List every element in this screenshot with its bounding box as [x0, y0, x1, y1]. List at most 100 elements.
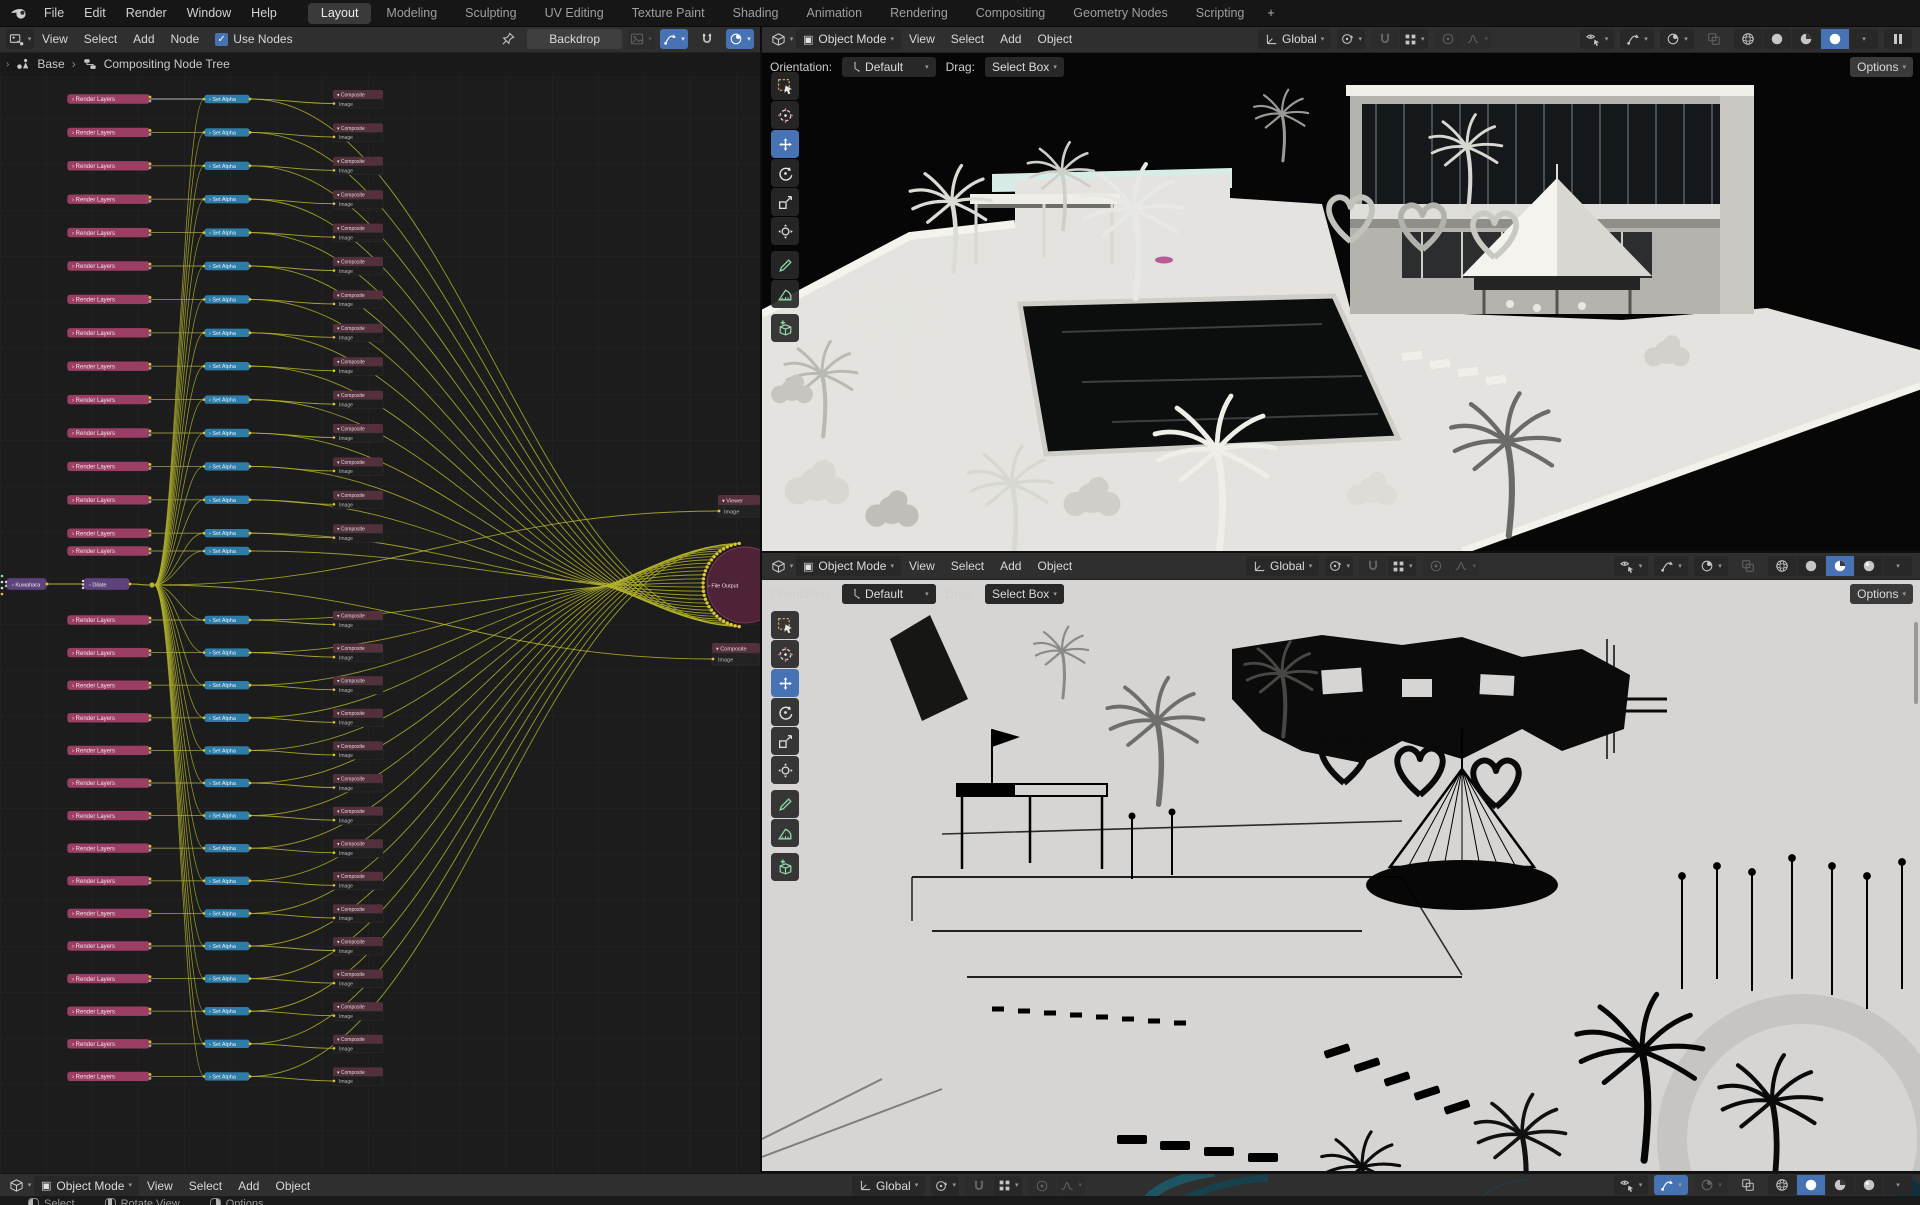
drag-dropdown[interactable]: Select Box▾ — [985, 584, 1064, 604]
node-set-alpha[interactable]: › Set Alpha — [203, 713, 252, 722]
snap-magnet-toggle[interactable] — [965, 1176, 993, 1196]
tool-move[interactable] — [771, 669, 799, 697]
node-render-layers[interactable]: › Render Layers — [67, 1039, 151, 1049]
node-render-layers[interactable]: › Render Layers — [67, 328, 151, 338]
vp-menu-view[interactable]: View — [901, 26, 943, 52]
editor-type-button[interactable]: ▾ — [6, 1176, 34, 1196]
tool-annotate[interactable] — [771, 251, 799, 279]
node-file-output[interactable]: › File Output — [701, 542, 760, 629]
node-composite[interactable]: ▾ Composite Image — [333, 1067, 383, 1085]
backdrop-button[interactable]: Backdrop — [527, 29, 622, 49]
node-composite[interactable]: ▾ Composite Image — [333, 741, 383, 759]
transform-orientation-dropdown[interactable]: Global▾ — [1258, 29, 1331, 49]
shading-dropdown[interactable]: ▾ — [1850, 29, 1878, 49]
visibility-dropdown[interactable]: ▾ — [1614, 556, 1648, 576]
use-nodes-checkbox[interactable]: ✓ — [215, 33, 228, 46]
node-render-layers[interactable]: › Render Layers — [67, 941, 151, 951]
xray-toggle[interactable] — [1734, 556, 1762, 576]
vp-menu-select[interactable]: Select — [181, 1173, 230, 1199]
tab-rendering[interactable]: Rendering — [877, 3, 961, 24]
node-set-alpha[interactable]: › Set Alpha — [203, 844, 252, 853]
viewport-lineart[interactable]: ▾ ▣Object Mode▾ View Select Add Object G… — [762, 553, 1920, 1171]
node-render-layers[interactable]: › Render Layers — [67, 461, 151, 471]
gizmo-dropdown[interactable]: ▾ — [1654, 1175, 1688, 1195]
vp-menu-view[interactable]: View — [901, 553, 943, 579]
node-composite[interactable]: ▾ Composite Image — [333, 709, 383, 727]
visibility-dropdown[interactable]: ▾ — [1614, 1175, 1648, 1195]
tool-rotate[interactable] — [771, 159, 799, 187]
options-button[interactable]: Options▾ — [1850, 584, 1913, 604]
shading-solid-icon[interactable] — [1797, 556, 1825, 576]
vp-menu-object[interactable]: Object — [1029, 553, 1080, 579]
tool-add-cube[interactable] — [771, 853, 799, 881]
node-composite[interactable]: ▾ Composite Image — [333, 357, 383, 375]
ne-menu-node[interactable]: Node — [163, 26, 208, 52]
overlays-toggle[interactable]: ▾ — [726, 29, 754, 49]
tab-layout[interactable]: Layout — [308, 3, 372, 24]
node-set-alpha[interactable]: › Set Alpha — [203, 1072, 252, 1081]
node-set-alpha[interactable]: › Set Alpha — [203, 909, 252, 918]
node-composite[interactable]: ▾ Composite Image — [333, 190, 383, 208]
node-render-layers[interactable]: › Render Layers — [67, 680, 151, 690]
tool-tweak[interactable] — [771, 611, 799, 639]
node-set-alpha[interactable]: › Set Alpha — [203, 547, 252, 556]
node-render-layers[interactable]: › Render Layers — [67, 161, 151, 171]
node-render-layers[interactable]: › Render Layers — [67, 228, 151, 238]
node-set-alpha[interactable]: › Set Alpha — [203, 616, 252, 625]
node-set-alpha[interactable]: › Set Alpha — [203, 648, 252, 657]
node-composite[interactable]: ▾ Composite Image — [333, 157, 383, 175]
blender-logo-icon[interactable] — [0, 5, 34, 21]
node-composite[interactable]: ▾ Composite Image — [333, 224, 383, 242]
options-button[interactable]: Options▾ — [1850, 57, 1913, 77]
tool-scale[interactable] — [771, 188, 799, 216]
node-dilate[interactable]: › Dilate — [82, 578, 132, 590]
proportional-editing-toggle[interactable] — [1422, 556, 1450, 576]
breadcrumb-scene[interactable]: Base — [37, 57, 64, 71]
node-render-layers[interactable]: › Render Layers — [67, 974, 151, 984]
snap-target-dropdown[interactable]: ▾ — [1400, 29, 1428, 49]
node-composite[interactable]: ▾ Composite Image — [333, 290, 383, 308]
transform-orientation-dropdown[interactable]: Global▾ — [852, 1176, 925, 1196]
pin-icon[interactable] — [494, 29, 522, 49]
transform-orientation-dropdown[interactable]: Global▾ — [1246, 556, 1319, 576]
tool-measure[interactable] — [771, 819, 799, 847]
tab-compositing[interactable]: Compositing — [963, 3, 1058, 24]
node-render-layers[interactable]: › Render Layers — [67, 361, 151, 371]
node-render-layers[interactable]: › Render Layers — [67, 127, 151, 137]
mode-dropdown[interactable]: ▣Object Mode▾ — [796, 556, 901, 576]
editor-type-button[interactable]: ▾ — [768, 29, 796, 49]
snap-magnet-toggle[interactable] — [1371, 29, 1399, 49]
node-set-alpha[interactable]: › Set Alpha — [203, 295, 252, 304]
ne-menu-select[interactable]: Select — [76, 26, 125, 52]
vp-menu-select[interactable]: Select — [943, 26, 992, 52]
node-set-alpha[interactable]: › Set Alpha — [203, 328, 252, 337]
orientation-dropdown[interactable]: Default▾ — [842, 584, 936, 604]
node-render-layers[interactable]: › Render Layers — [67, 528, 151, 538]
node-render-layers[interactable]: › Render Layers — [67, 94, 151, 104]
node-composite[interactable]: ▾ Composite Image — [333, 807, 383, 825]
pivot-point-dropdown[interactable]: ▾ — [1325, 556, 1353, 576]
node-composite[interactable]: ▾ Composite Image — [333, 491, 383, 509]
node-render-layers[interactable]: › Render Layers — [67, 294, 151, 304]
node-render-layers[interactable]: › Render Layers — [67, 395, 151, 405]
node-composite[interactable]: ▾ Composite Image — [333, 839, 383, 857]
node-set-alpha[interactable]: › Set Alpha — [203, 495, 252, 504]
overlays-dropdown[interactable]: ▾ — [1694, 1175, 1728, 1195]
node-render-layers[interactable]: › Render Layers — [67, 876, 151, 886]
node-set-alpha[interactable]: › Set Alpha — [203, 746, 252, 755]
node-composite[interactable]: ▾ Composite Image — [333, 774, 383, 792]
sidebar-toggle-arrow[interactable]: › — [6, 59, 9, 70]
shading-solid-icon[interactable] — [1797, 1175, 1825, 1195]
node-render-layers[interactable]: › Render Layers — [67, 908, 151, 918]
pivot-point-dropdown[interactable]: ▾ — [931, 1176, 959, 1196]
node-render-layers[interactable]: › Render Layers — [67, 1006, 151, 1016]
ne-menu-add[interactable]: Add — [125, 26, 162, 52]
xray-toggle[interactable] — [1700, 29, 1728, 49]
node-set-alpha[interactable]: › Set Alpha — [203, 429, 252, 438]
node-render-layers[interactable]: › Render Layers — [67, 546, 151, 556]
node-composite[interactable]: ▾ Composite Image — [333, 644, 383, 662]
vp-menu-add[interactable]: Add — [992, 26, 1029, 52]
tool-scale[interactable] — [771, 727, 799, 755]
node-composite[interactable]: ▾ Composite Image — [333, 324, 383, 342]
node-graph-canvas[interactable]: › Render Layers › Set Alpha ▾ Composite … — [0, 52, 760, 1173]
